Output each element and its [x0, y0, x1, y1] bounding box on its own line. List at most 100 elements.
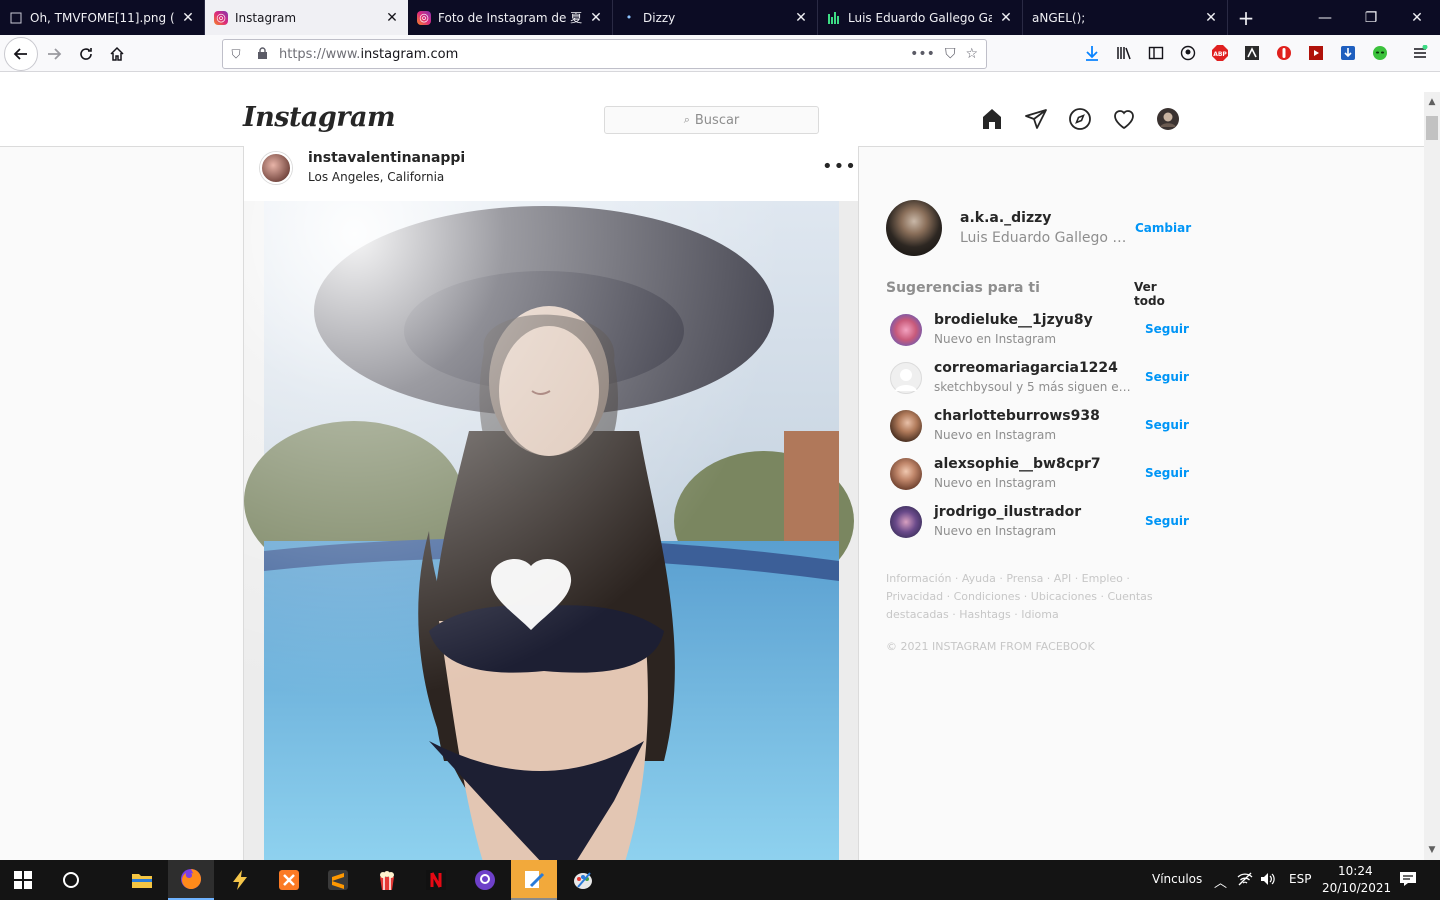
suggestion-avatar[interactable]	[890, 506, 922, 538]
scroll-down-icon[interactable]: ▼	[1424, 842, 1440, 858]
pocket-icon[interactable]: ⛉	[945, 46, 956, 62]
paint-taskbar-button[interactable]	[511, 860, 557, 900]
close-icon[interactable]: ✕	[998, 10, 1014, 26]
paint-app-button[interactable]	[560, 860, 606, 900]
suggestion-username[interactable]: jrodrigo_ilustrador	[934, 504, 1081, 520]
stop-icon[interactable]	[1274, 43, 1294, 63]
suggestion-avatar[interactable]	[890, 362, 922, 394]
close-icon[interactable]: ✕	[384, 10, 400, 26]
activity-heart-icon[interactable]	[1111, 105, 1137, 133]
sublime-button[interactable]	[315, 860, 361, 900]
post-author-username[interactable]: instavalentinanappi	[308, 150, 465, 166]
minimize-button[interactable]: —	[1302, 0, 1348, 35]
reload-button[interactable]	[70, 38, 102, 70]
tab-luis-eduardo[interactable]: Luis Eduardo Gallego García ✕	[818, 0, 1023, 35]
tab-instagram[interactable]: ◎ Instagram ✕	[205, 0, 408, 35]
app-taskbar-button[interactable]	[217, 860, 263, 900]
suggestion-avatar[interactable]	[890, 410, 922, 442]
account-icon[interactable]	[1178, 43, 1198, 63]
switch-account-button[interactable]: Cambiar	[1135, 221, 1191, 235]
youtube-icon[interactable]	[1306, 43, 1326, 63]
chevron-up-icon[interactable]: ︿	[1214, 872, 1227, 891]
current-user-username[interactable]: a.k.a._dizzy	[960, 210, 1051, 226]
sidebar-icon[interactable]	[1146, 43, 1166, 63]
explore-icon[interactable]	[1067, 105, 1093, 133]
close-icon[interactable]: ✕	[793, 10, 809, 26]
url-text[interactable]: https://www.instagram.com	[275, 47, 910, 62]
download-icon[interactable]	[1082, 43, 1102, 63]
library-icon[interactable]	[1114, 43, 1134, 63]
cortana-button[interactable]	[48, 860, 94, 900]
close-icon[interactable]: ✕	[588, 10, 604, 26]
follow-button[interactable]: Seguir	[1145, 370, 1189, 384]
suggestion-username[interactable]: alexsophie__bw8cpr7	[934, 456, 1101, 472]
file-explorer-button[interactable]	[119, 860, 165, 900]
home-button[interactable]	[101, 38, 133, 70]
lock-icon[interactable]	[249, 46, 275, 62]
menu-icon[interactable]	[1410, 43, 1430, 63]
clock-date[interactable]: 20/10/2021	[1322, 881, 1391, 895]
suggestion-username[interactable]: brodieluke__1jzyu8y	[934, 312, 1093, 328]
follow-button[interactable]: Seguir	[1145, 418, 1189, 432]
suggestion-item: brodieluke__1jzyu8y Nuevo en Instagram S…	[886, 310, 1189, 358]
suggestion-username[interactable]: charlotteburrows938	[934, 408, 1100, 424]
network-icon[interactable]	[1237, 872, 1253, 890]
see-all-button[interactable]: Ver todo	[1134, 280, 1180, 308]
post-author-avatar[interactable]	[260, 152, 292, 184]
suggestion-avatar[interactable]	[890, 458, 922, 490]
post-location[interactable]: Los Angeles, California	[308, 170, 444, 184]
alien-icon[interactable]	[1370, 43, 1390, 63]
instagram-logo[interactable]: Instagram	[243, 102, 396, 133]
popcorn-button[interactable]	[364, 860, 410, 900]
restore-button[interactable]: ❐	[1348, 0, 1394, 35]
url-host: instagram.com	[360, 46, 459, 62]
window-close-button[interactable]: ✕	[1394, 0, 1440, 35]
firefox-taskbar-button[interactable]	[168, 860, 214, 900]
video-download-icon[interactable]	[1338, 43, 1358, 63]
suggestion-avatar[interactable]	[890, 314, 922, 346]
page-actions-icon[interactable]: •••	[910, 46, 935, 62]
profile-avatar[interactable]	[1155, 105, 1181, 133]
follow-button[interactable]: Seguir	[1145, 466, 1189, 480]
shield-icon[interactable]: ⛉	[223, 47, 249, 62]
scroll-thumb[interactable]	[1426, 116, 1438, 140]
follow-button[interactable]: Seguir	[1145, 322, 1189, 336]
scroll-up-icon[interactable]: ▲	[1424, 94, 1440, 110]
close-icon[interactable]: ✕	[1203, 10, 1219, 26]
tab-dizzy[interactable]: • Dizzy ✕	[613, 0, 818, 35]
links-toolbar-label[interactable]: Vínculos	[1152, 872, 1202, 886]
new-tab-button[interactable]: +	[1232, 0, 1260, 35]
post-photo[interactable]	[244, 201, 858, 860]
clock-time[interactable]: 10:24	[1338, 864, 1373, 878]
notifications-icon[interactable]	[1399, 871, 1417, 891]
more-options-icon[interactable]: •••	[822, 156, 857, 177]
tab-title: Luis Eduardo Gallego García	[848, 10, 992, 25]
suggestion-username[interactable]: correomariagarcia1224	[934, 360, 1118, 376]
forward-button[interactable]	[38, 38, 70, 70]
search-input[interactable]: ⌕ Buscar	[604, 106, 819, 134]
close-icon[interactable]: ✕	[180, 10, 196, 26]
adblock-icon[interactable]: ABP	[1210, 43, 1230, 63]
bookmark-star-icon[interactable]: ☆	[965, 46, 978, 62]
github-button[interactable]	[462, 860, 508, 900]
xampp-button[interactable]	[266, 860, 312, 900]
start-button[interactable]	[0, 860, 46, 900]
current-user-avatar[interactable]	[886, 200, 942, 256]
post-header: instavalentinanappi Los Angeles, Califor…	[244, 146, 858, 201]
home-icon	[110, 46, 124, 61]
footer-links[interactable]: Información · Ayuda · Prensa · API · Emp…	[886, 570, 1180, 624]
direct-messages-icon[interactable]	[1023, 105, 1049, 133]
back-button[interactable]	[4, 37, 38, 71]
home-nav-icon[interactable]	[979, 105, 1005, 133]
tab-png-image[interactable]: Oh, TMVFOME[11].png (PNG Im ✕	[0, 0, 205, 35]
follow-button[interactable]: Seguir	[1145, 514, 1189, 528]
address-bar[interactable]: ⛉ https://www.instagram.com ••• ⛉ ☆	[222, 39, 987, 69]
tab-instagram-photo[interactable]: ◎ Foto de Instagram de 夏蓝 ✕	[408, 0, 613, 35]
language-indicator[interactable]: ESP	[1289, 872, 1311, 886]
tab-angel[interactable]: aNGEL(); ✕	[1023, 0, 1228, 35]
page-scrollbar[interactable]: ▲ ▼	[1424, 92, 1440, 860]
netflix-button[interactable]	[413, 860, 459, 900]
volume-icon[interactable]	[1260, 872, 1276, 890]
feed-post: instavalentinanappi Los Angeles, Califor…	[243, 146, 859, 860]
extension-icon[interactable]	[1242, 43, 1262, 63]
